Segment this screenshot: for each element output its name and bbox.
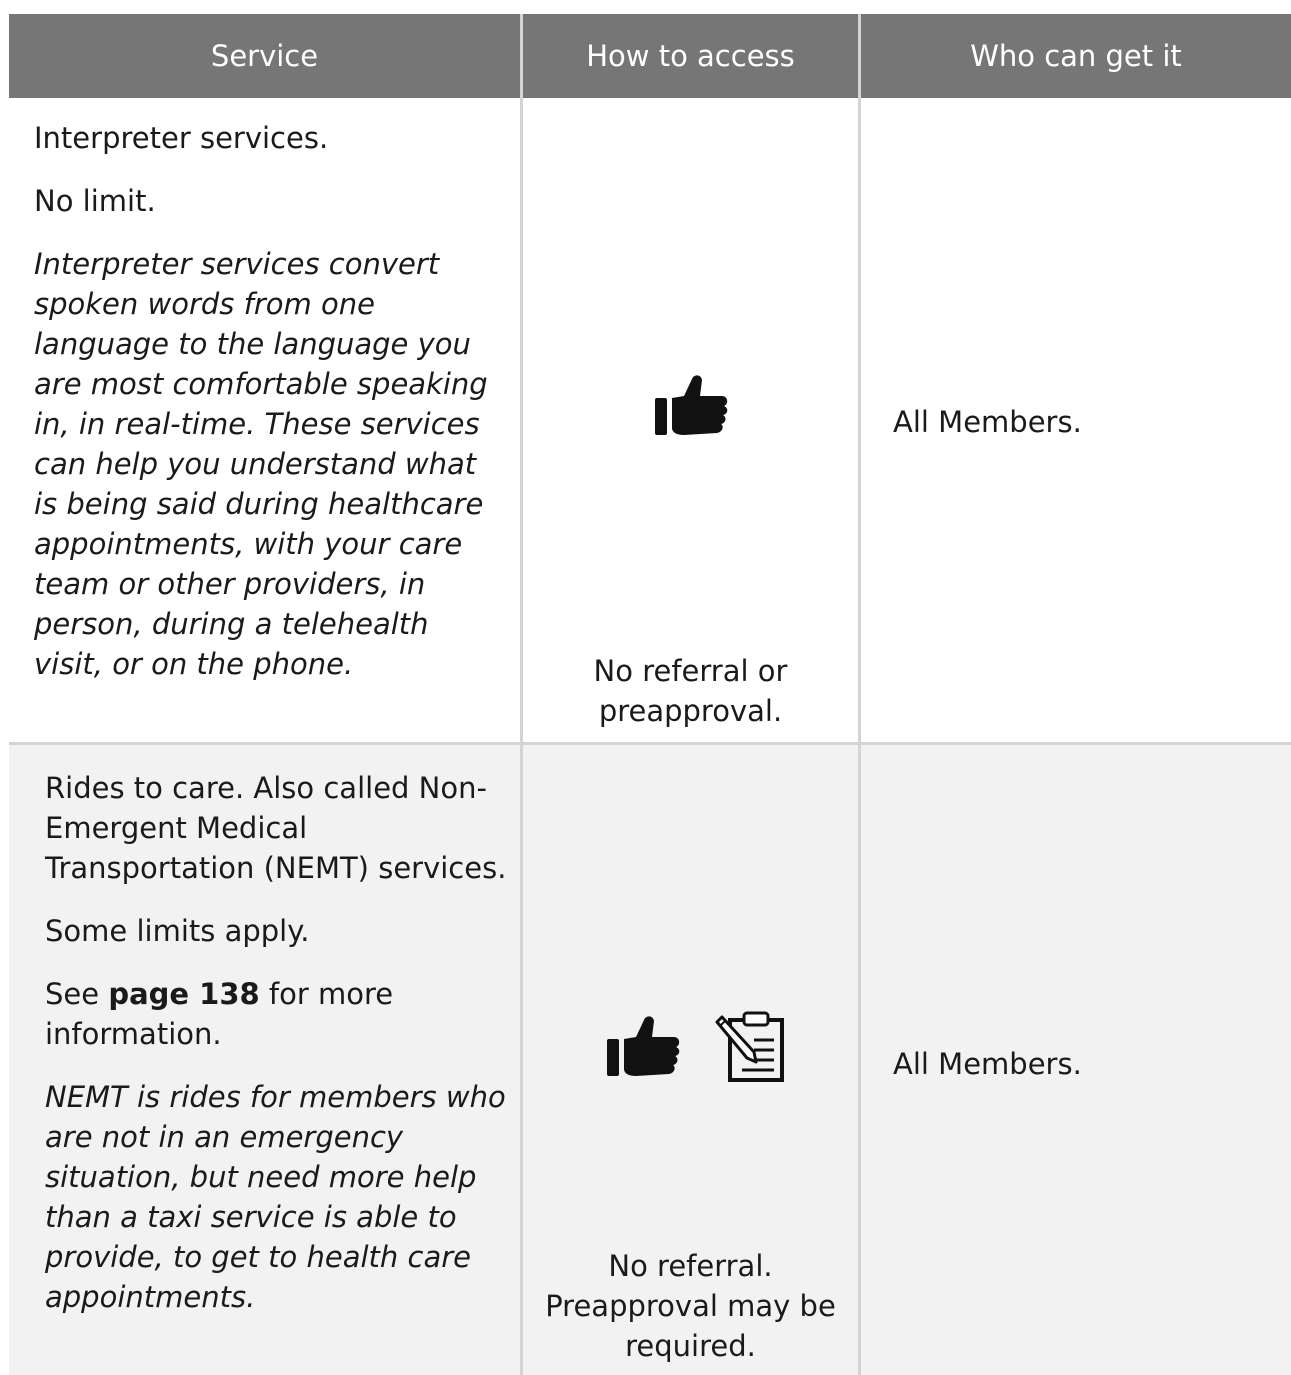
access-note-text: No referral. Preapproval may be required… (545, 1249, 836, 1363)
access-note: No referral or preapproval. (523, 651, 858, 731)
header-service: Service (9, 14, 520, 98)
thumbs-up-icon (655, 375, 728, 435)
table-row-service-cell: Interpreter services. No limit. Interpre… (34, 118, 499, 684)
service-name: Interpreter services. (34, 121, 329, 155)
header-how-to-access-label: How to access (586, 39, 795, 73)
service-limit: Some limits apply. (45, 914, 310, 948)
eligibility-text: All Members. (893, 405, 1082, 439)
header-service-label: Service (210, 39, 319, 73)
eligibility-text: All Members. (893, 1047, 1082, 1081)
clipboard-pen-icon (715, 1011, 784, 1082)
eligibility: All Members. (893, 402, 1273, 442)
service-description: NEMT is rides for members who are not in… (45, 1080, 506, 1314)
header-who-can-get-it-label: Who can get it (970, 39, 1182, 73)
see-more-info: See page 138 for more information. (45, 974, 510, 1054)
eligibility: All Members. (893, 1044, 1273, 1084)
header-who-can-get-it: Who can get it (861, 14, 1291, 98)
service-name: Rides to care. Also called Non-Emergent … (45, 771, 507, 885)
page-link[interactable]: page 138 (108, 977, 259, 1011)
access-note: No referral. Preapproval may be required… (523, 1246, 858, 1366)
column-divider (858, 14, 861, 1375)
service-description: Interpreter services convert spoken word… (34, 247, 488, 681)
see-prefix: See (45, 977, 109, 1011)
header-how-to-access: How to access (523, 14, 858, 98)
row-divider (9, 742, 1291, 745)
benefits-table: Service How to access Who can get it Int… (9, 14, 1291, 1375)
thumbs-up-icon (607, 1016, 680, 1076)
service-limit: No limit. (34, 184, 156, 218)
access-note-text: No referral or preapproval. (593, 654, 788, 728)
table-row-service-cell: Rides to care. Also called Non-Emergent … (45, 768, 510, 1317)
